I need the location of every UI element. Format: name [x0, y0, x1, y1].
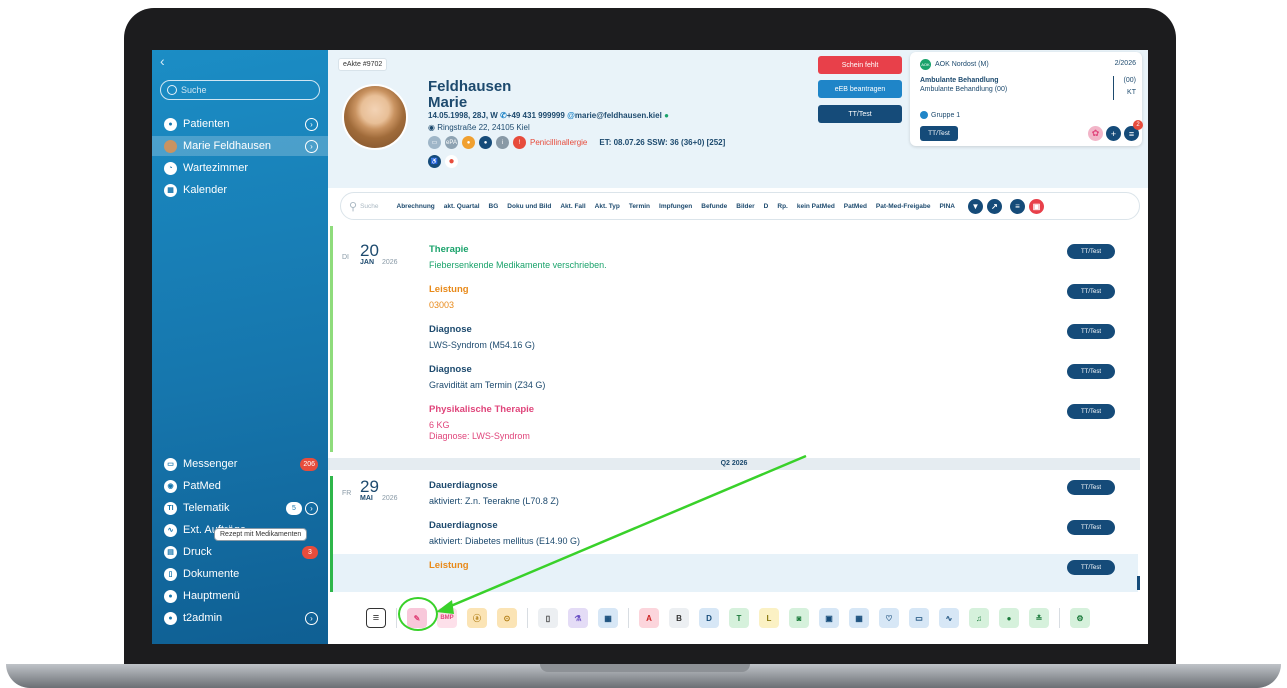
annotation-arrow: [436, 454, 807, 614]
